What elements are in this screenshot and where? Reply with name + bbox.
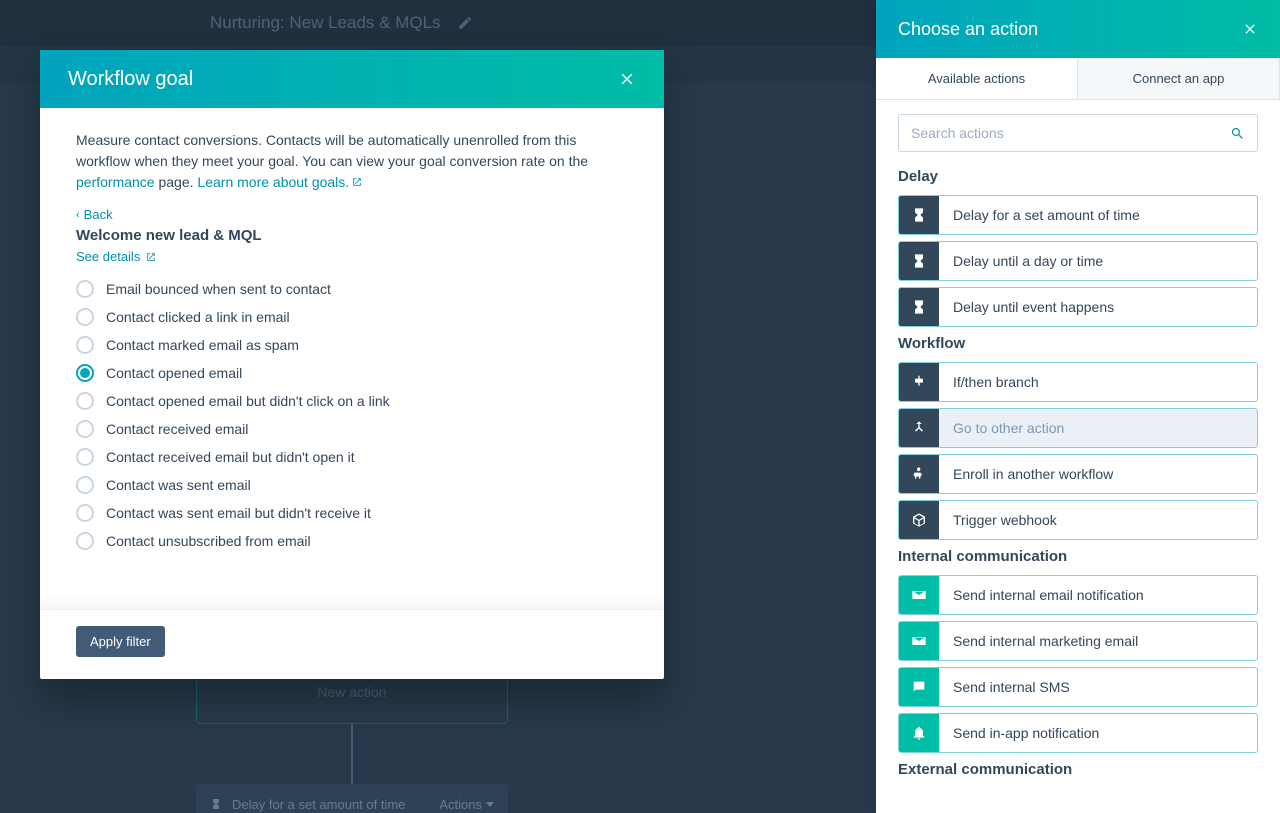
section-workflow: Workflow (898, 335, 1258, 352)
action-inapp-notification[interactable]: Send in-app notification (898, 713, 1258, 753)
radio-button[interactable] (76, 364, 94, 382)
workflow-goal-modal: Workflow goal Measure contact conversion… (40, 50, 664, 679)
chevron-left-icon: ‹ (76, 209, 80, 221)
branch-icon (911, 374, 927, 390)
action-delay-amount[interactable]: Delay for a set amount of time (898, 195, 1258, 235)
learn-more-link[interactable]: Learn more about goals. (197, 174, 362, 190)
workflow-icon (911, 466, 927, 482)
action-internal-email[interactable]: Send internal email notification (898, 575, 1258, 615)
radio-label: Contact clicked a link in email (106, 309, 290, 325)
radio-option[interactable]: Contact opened email (76, 364, 628, 382)
radio-option[interactable]: Contact opened email but didn't click on… (76, 392, 628, 410)
radio-button[interactable] (76, 392, 94, 410)
actions-panel: Choose an action Available actions Conne… (876, 0, 1280, 813)
action-enroll[interactable]: Enroll in another workflow (898, 454, 1258, 494)
external-link-icon (352, 177, 362, 187)
back-link[interactable]: ‹ Back (76, 207, 628, 222)
apply-filter-button[interactable]: Apply filter (76, 626, 165, 657)
action-delay-event[interactable]: Delay until event happens (898, 287, 1258, 327)
radio-option[interactable]: Contact marked email as spam (76, 336, 628, 354)
performance-link[interactable]: performance (76, 174, 155, 190)
cube-icon (911, 512, 927, 528)
hourglass-icon (911, 299, 927, 315)
hourglass-icon (911, 207, 927, 223)
section-external: External communication (898, 761, 1258, 778)
radio-label: Contact was sent email but didn't receiv… (106, 505, 371, 521)
merge-icon (911, 420, 927, 436)
radio-label: Contact marked email as spam (106, 337, 299, 353)
radio-button[interactable] (76, 476, 94, 494)
search-actions-wrap[interactable] (898, 114, 1258, 152)
actions-panel-title: Choose an action (898, 19, 1038, 40)
radio-label: Contact opened email (106, 365, 242, 381)
external-link-icon (146, 252, 156, 262)
radio-option[interactable]: Contact was sent email but didn't receiv… (76, 504, 628, 522)
radio-option[interactable]: Contact received email but didn't open i… (76, 448, 628, 466)
radio-label: Contact opened email but didn't click on… (106, 393, 390, 409)
radio-option[interactable]: Email bounced when sent to contact (76, 280, 628, 298)
chat-icon (911, 679, 927, 695)
bell-icon (911, 725, 927, 741)
hourglass-icon (911, 253, 927, 269)
section-internal: Internal communication (898, 548, 1258, 565)
envelope-icon (911, 633, 927, 649)
radio-label: Contact unsubscribed from email (106, 533, 311, 549)
radio-button[interactable] (76, 448, 94, 466)
action-if-then[interactable]: If/then branch (898, 362, 1258, 402)
action-webhook[interactable]: Trigger webhook (898, 500, 1258, 540)
search-input[interactable] (911, 125, 1230, 141)
filter-title: Welcome new lead & MQL (76, 227, 628, 244)
radio-button[interactable] (76, 504, 94, 522)
radio-button[interactable] (76, 420, 94, 438)
radio-option[interactable]: Contact unsubscribed from email (76, 532, 628, 550)
radio-label: Contact was sent email (106, 477, 251, 493)
search-icon[interactable] (1230, 126, 1245, 141)
modal-description: Measure contact conversions. Contacts wi… (76, 130, 628, 193)
action-goto[interactable]: Go to other action (898, 408, 1258, 448)
action-delay-day[interactable]: Delay until a day or time (898, 241, 1258, 281)
see-details-link[interactable]: See details (76, 249, 156, 264)
radio-button[interactable] (76, 280, 94, 298)
modal-title: Workflow goal (68, 68, 193, 91)
envelope-icon (911, 587, 927, 603)
action-internal-marketing[interactable]: Send internal marketing email (898, 621, 1258, 661)
tab-available-actions[interactable]: Available actions (876, 58, 1078, 99)
scroll-shadow (40, 590, 664, 610)
radio-option[interactable]: Contact received email (76, 420, 628, 438)
radio-label: Contact received email (106, 421, 248, 437)
close-icon[interactable] (618, 70, 636, 88)
close-icon[interactable] (1242, 21, 1258, 37)
radio-button[interactable] (76, 336, 94, 354)
section-delay: Delay (898, 168, 1258, 185)
radio-button[interactable] (76, 532, 94, 550)
radio-button[interactable] (76, 308, 94, 326)
radio-label: Email bounced when sent to contact (106, 281, 331, 297)
radio-label: Contact received email but didn't open i… (106, 449, 355, 465)
radio-option[interactable]: Contact was sent email (76, 476, 628, 494)
tab-connect-app[interactable]: Connect an app (1078, 58, 1280, 99)
radio-option[interactable]: Contact clicked a link in email (76, 308, 628, 326)
action-internal-sms[interactable]: Send internal SMS (898, 667, 1258, 707)
